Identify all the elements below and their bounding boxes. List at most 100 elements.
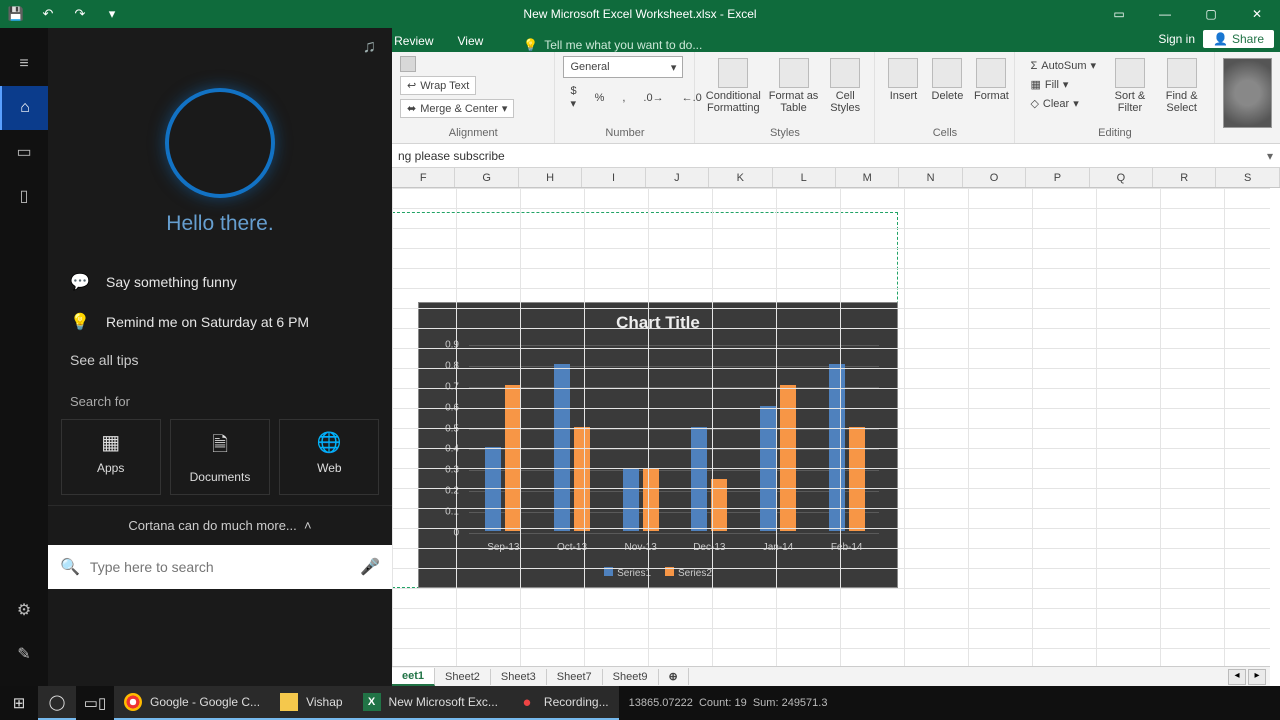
sheet-tab-9[interactable]: Sheet9	[603, 669, 659, 685]
bar-Series2-Feb-14[interactable]	[849, 427, 865, 531]
delete-cells-button[interactable]: Delete	[927, 56, 967, 104]
hscroll-left-icon[interactable]: ◂	[1228, 669, 1246, 685]
find-select-button[interactable]: Find & Select	[1157, 56, 1207, 116]
add-sheet-button[interactable]: ⊕	[659, 668, 689, 685]
worksheet-grid[interactable]: Chart Title 00.10.20.30.40.50.60.70.80.9…	[392, 188, 1270, 668]
format-cells-button[interactable]: Format	[971, 56, 1011, 104]
col-header-N[interactable]: N	[899, 168, 962, 187]
bar-Series2-Jan-14[interactable]	[780, 385, 796, 531]
bar-Series2-Oct-13[interactable]	[574, 427, 590, 531]
maximize-icon[interactable]: ▢	[1188, 0, 1234, 28]
taskbar-excel[interactable]: XNew Microsoft Exc...	[353, 686, 508, 720]
sheet-tab-active[interactable]: eet1	[392, 668, 435, 686]
bar-Series2-Sep-13[interactable]	[505, 385, 521, 531]
tab-view[interactable]: View	[446, 30, 496, 52]
col-header-H[interactable]: H	[519, 168, 582, 187]
sort-filter-button[interactable]: Sort & Filter	[1107, 56, 1153, 116]
taskbar: ⊞ ◯ ▭▯ Google - Google C... Vishap XNew …	[0, 686, 1280, 720]
comma-icon[interactable]: ,	[615, 82, 632, 113]
save-icon[interactable]: 💾	[6, 4, 26, 24]
search-documents-button[interactable]: 🗎Documents	[170, 419, 270, 495]
ribbon-options-icon[interactable]: ▭	[1096, 0, 1142, 28]
formula-input[interactable]: ng please subscribe	[392, 147, 1260, 165]
inc-decimal-icon[interactable]: .0→	[636, 82, 670, 113]
rail-settings-icon[interactable]: ⚙	[0, 588, 48, 632]
cortana-taskbar-button[interactable]: ◯	[38, 686, 76, 720]
task-view-button[interactable]: ▭▯	[76, 686, 114, 720]
bar-Series2-Nov-13[interactable]	[643, 468, 659, 531]
insert-cells-button[interactable]: Insert	[883, 56, 923, 104]
bar-Series1-Nov-13[interactable]	[623, 468, 639, 531]
search-web-button[interactable]: 🌐Web	[279, 419, 379, 495]
microphone-icon[interactable]: 🎤	[360, 557, 380, 577]
rail-devices-icon[interactable]: ▯	[0, 174, 48, 218]
merge-center-button[interactable]: ⬌ Merge & Center ▾	[400, 99, 514, 118]
col-header-K[interactable]: K	[709, 168, 772, 187]
tip-reminder[interactable]: 💡Remind me on Saturday at 6 PM	[48, 302, 392, 342]
col-header-I[interactable]: I	[582, 168, 645, 187]
apps-icon: ▦	[101, 430, 120, 455]
col-header-L[interactable]: L	[773, 168, 836, 187]
col-header-R[interactable]: R	[1153, 168, 1216, 187]
number-format-dropdown[interactable]: General▾	[563, 56, 683, 78]
search-apps-button[interactable]: ▦Apps	[61, 419, 161, 495]
col-header-G[interactable]: G	[455, 168, 518, 187]
cortana-search-input[interactable]	[90, 559, 350, 575]
col-header-S[interactable]: S	[1216, 168, 1279, 187]
cortana-more-link[interactable]: Cortana can do much more... ˄	[48, 505, 392, 545]
windows-icon: ⊞	[10, 694, 28, 712]
clear-button[interactable]: ◇ Clear ▾	[1023, 94, 1103, 113]
bar-Series1-Sep-13[interactable]	[485, 447, 501, 531]
cortana-rail: ≡ ⌂ ▭ ▯ ⚙ ✎	[0, 28, 48, 686]
col-header-P[interactable]: P	[1026, 168, 1089, 187]
expand-fx-icon[interactable]: ▾	[1260, 149, 1280, 163]
rail-notebook-icon[interactable]: ▭	[0, 130, 48, 174]
percent-icon[interactable]: %	[588, 82, 612, 113]
sheet-tab-2[interactable]: Sheet2	[435, 669, 491, 685]
qat-custom-icon[interactable]: ▾	[102, 4, 122, 24]
sheet-tab-3[interactable]: Sheet3	[491, 669, 547, 685]
embedded-chart[interactable]: Chart Title 00.10.20.30.40.50.60.70.80.9…	[418, 302, 898, 588]
rail-home-icon[interactable]: ⌂	[0, 86, 48, 130]
col-header-J[interactable]: J	[646, 168, 709, 187]
start-button[interactable]: ⊞	[0, 686, 38, 720]
folder-label: Vishap	[306, 695, 342, 709]
sort-label: Sort & Filter	[1110, 90, 1150, 114]
fill-button[interactable]: ▦ Fill ▾	[1023, 75, 1103, 94]
sheet-tab-7[interactable]: Sheet7	[547, 669, 603, 685]
col-header-F[interactable]: F	[392, 168, 455, 187]
bar-Series1-Dec-13[interactable]	[691, 427, 707, 531]
hscroll-right-icon[interactable]: ▸	[1248, 669, 1266, 685]
group-editing-label: Editing	[1023, 127, 1206, 141]
autosum-button[interactable]: Σ AutoSum ▾	[1023, 56, 1103, 75]
rail-menu-icon[interactable]: ≡	[0, 42, 48, 86]
tip-funny[interactable]: 💬Say something funny	[48, 262, 392, 302]
taskbar-folder[interactable]: Vishap	[270, 686, 352, 720]
taskbar-recording[interactable]: ●Recording...	[508, 686, 619, 720]
music-icon[interactable]: ♫	[363, 36, 377, 57]
redo-icon[interactable]: ↷	[70, 4, 90, 24]
search-for-label: Search for	[48, 378, 392, 415]
wrap-text-button[interactable]: ↩ Wrap Text	[400, 76, 476, 95]
minimize-icon[interactable]: —	[1142, 0, 1188, 28]
align-icon[interactable]	[400, 56, 416, 72]
col-header-Q[interactable]: Q	[1090, 168, 1153, 187]
rail-feedback-icon[interactable]: ✎	[0, 632, 48, 676]
sign-in-link[interactable]: Sign in	[1158, 32, 1195, 46]
currency-icon[interactable]: $ ▾	[563, 82, 583, 113]
bar-Series2-Dec-13[interactable]	[711, 479, 727, 531]
share-button[interactable]: 👤 Share	[1203, 30, 1274, 48]
conditional-formatting-button[interactable]: Conditional Formatting	[703, 56, 763, 116]
tell-me-input[interactable]: 💡 Tell me what you want to do...	[523, 38, 702, 52]
format-as-table-button[interactable]: Format as Table	[767, 56, 820, 116]
taskbar-chrome[interactable]: Google - Google C...	[114, 686, 270, 720]
status-readout: 13865.07222 Count: 19 Sum: 249571.3	[619, 697, 838, 709]
addin-dragon-icon[interactable]	[1223, 58, 1272, 128]
close-icon[interactable]: ✕	[1234, 0, 1280, 28]
undo-icon[interactable]: ↶	[38, 4, 58, 24]
col-header-M[interactable]: M	[836, 168, 899, 187]
cortana-circle-icon: ◯	[48, 693, 66, 711]
cell-styles-button[interactable]: Cell Styles	[824, 56, 866, 116]
see-all-tips-link[interactable]: See all tips	[48, 342, 392, 378]
col-header-O[interactable]: O	[963, 168, 1026, 187]
